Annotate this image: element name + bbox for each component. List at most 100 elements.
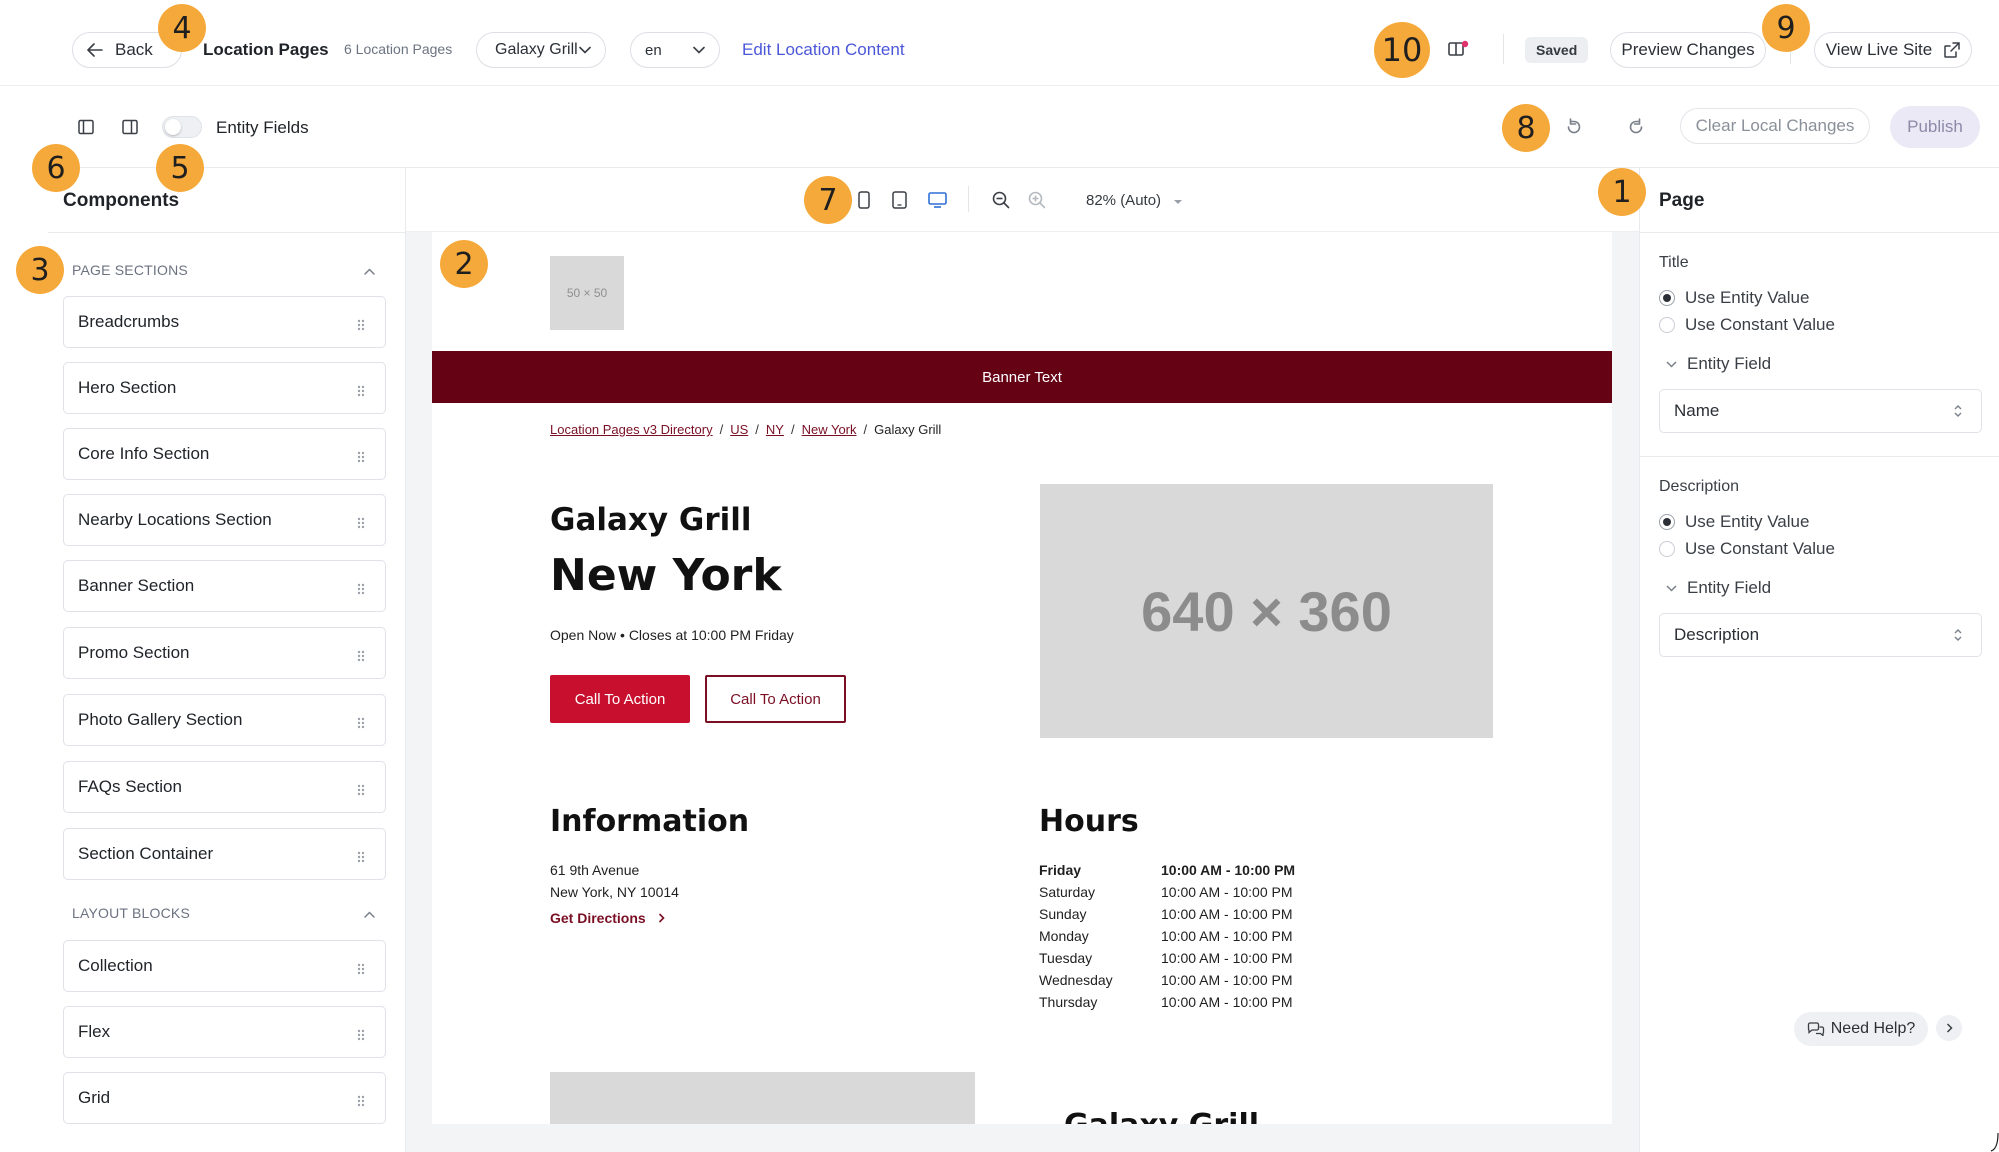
primary-cta-button[interactable]: Call To Action [550,675,690,723]
divider [1639,232,1999,233]
hours-row: Thursday 10:00 AM - 10:00 PM [1039,994,1329,1016]
breadcrumb-link[interactable]: Location Pages v3 Directory [550,422,713,437]
chevron-up-icon [364,268,375,275]
drag-handle-icon[interactable] [357,848,365,868]
hours-day: Sunday [1039,906,1087,922]
hours-row: Monday 10:00 AM - 10:00 PM [1039,928,1329,950]
drag-handle-icon[interactable] [357,316,365,336]
collapse-page-sections-button[interactable] [364,262,375,280]
radio-selected [1659,514,1675,530]
need-help-button[interactable]: Need Help? [1794,1012,1928,1046]
zoom-out-button[interactable] [992,191,1010,214]
publish-button[interactable]: Publish [1890,106,1980,148]
tablet-icon [892,191,907,209]
drag-handle-icon[interactable] [357,382,365,402]
breadcrumb-link[interactable]: New York [802,422,857,437]
drag-handle-icon[interactable] [357,580,365,600]
section-heading: Galaxy Grill [1064,1108,1259,1124]
title-use-constant-radio[interactable]: Use Constant Value [1659,315,1835,335]
title-entity-field-toggle[interactable]: Entity Field [1666,354,1771,374]
zoom-in-button[interactable] [1028,191,1046,214]
zoom-in-icon [1028,191,1046,209]
description-use-entity-radio[interactable]: Use Entity Value [1659,512,1809,532]
component-core-info-section[interactable]: Core Info Section [63,428,386,480]
title-use-entity-radio[interactable]: Use Entity Value [1659,288,1809,308]
description-entity-field-select[interactable]: Description [1659,613,1982,657]
component-hero-section[interactable]: Hero Section [63,362,386,414]
tablet-viewport-button[interactable] [892,191,907,214]
radio-label: Use Entity Value [1685,288,1810,307]
undo-button[interactable] [1565,118,1583,141]
help-expand-button[interactable] [1936,1015,1962,1041]
drag-handle-icon[interactable] [357,714,365,734]
entity-fields-label: Entity Fields [216,118,309,137]
title-entity-field-select[interactable]: Name [1659,389,1982,433]
image-placeholder [550,1072,975,1124]
layout-blocks-heading: LAYOUT BLOCKS [72,905,191,921]
annotation-marker: 1 [1598,168,1646,216]
toggle-right-panel-button[interactable] [122,119,138,140]
secondary-cta-button[interactable]: Call To Action [705,675,846,723]
hours-row: Tuesday 10:00 AM - 10:00 PM [1039,950,1329,972]
component-section-container[interactable]: Section Container [63,828,386,880]
need-help-label: Need Help? [1830,1020,1916,1037]
drag-handle-icon[interactable] [357,1026,365,1046]
drag-handle-icon[interactable] [357,514,365,534]
caret-down-icon [1174,200,1183,204]
breadcrumb-link[interactable]: US [730,422,748,437]
desktop-viewport-button[interactable] [928,192,947,213]
hero-city: New York [550,550,782,601]
canvas-toolbar [406,168,1639,232]
edit-location-content-link[interactable]: Edit Location Content [742,40,905,60]
chevron-up-down-icon [1954,629,1962,641]
component-banner-section[interactable]: Banner Section [63,560,386,612]
description-use-constant-radio[interactable]: Use Constant Value [1659,539,1835,559]
address-line-2: New York, NY 10014 [550,884,679,900]
back-label: Back [115,40,153,59]
page-preview[interactable]: 50 × 50 Banner Text Location Pages v3 Di… [432,232,1612,1124]
component-breadcrumbs[interactable]: Breadcrumbs [63,296,386,348]
drag-handle-icon[interactable] [357,960,365,980]
hours-day: Monday [1039,928,1089,944]
notifications-button[interactable] [1448,40,1470,63]
banner[interactable]: Banner Text [432,351,1612,403]
component-nearby-locations-section[interactable]: Nearby Locations Section [63,494,386,546]
entity-fields-toggle[interactable] [162,116,202,138]
component-promo-section[interactable]: Promo Section [63,627,386,679]
left-panel-icon [78,119,94,135]
select-value: Description [1674,625,1760,644]
redo-button[interactable] [1627,118,1645,141]
select-value: Name [1674,401,1720,420]
description-entity-field-toggle[interactable]: Entity Field [1666,578,1771,598]
drag-handle-icon[interactable] [357,448,365,468]
page-title: Location Pages [203,40,329,59]
drag-handle-icon[interactable] [357,647,365,667]
component-collection[interactable]: Collection [63,940,386,992]
location-pages-count: 6 Location Pages [344,41,453,57]
component-grid[interactable]: Grid [63,1072,386,1124]
preview-changes-button[interactable]: Preview Changes [1610,32,1766,68]
location-select-value: Galaxy Grill [495,41,578,58]
component-flex[interactable]: Flex [63,1006,386,1058]
component-faqs-section[interactable]: FAQs Section [63,761,386,813]
collapse-layout-blocks-button[interactable] [364,905,375,923]
zoom-level-select[interactable]: 82% (Auto) [1086,192,1183,209]
component-photo-gallery-section[interactable]: Photo Gallery Section [63,694,386,746]
window-corner [1990,1132,1999,1152]
component-label: Banner Section [78,576,195,595]
entity-field-label: Entity Field [1687,354,1772,373]
radio-unselected [1659,317,1675,333]
page-sections-heading: PAGE SECTIONS [72,262,188,278]
mobile-viewport-button[interactable] [858,191,870,214]
language-select[interactable]: en [630,32,720,68]
chevron-up-down-icon [1954,405,1962,417]
location-select[interactable]: Galaxy Grill [476,32,606,68]
view-live-site-button[interactable]: View Live Site [1814,32,1972,68]
drag-handle-icon[interactable] [357,781,365,801]
clear-local-changes-button[interactable]: Clear Local Changes [1680,108,1870,144]
toggle-left-panel-button[interactable] [78,119,94,140]
drag-handle-icon[interactable] [357,1092,365,1112]
breadcrumb-link[interactable]: NY [766,422,784,437]
annotation-marker: 5 [156,144,204,192]
get-directions-link[interactable]: Get Directions [550,910,665,926]
